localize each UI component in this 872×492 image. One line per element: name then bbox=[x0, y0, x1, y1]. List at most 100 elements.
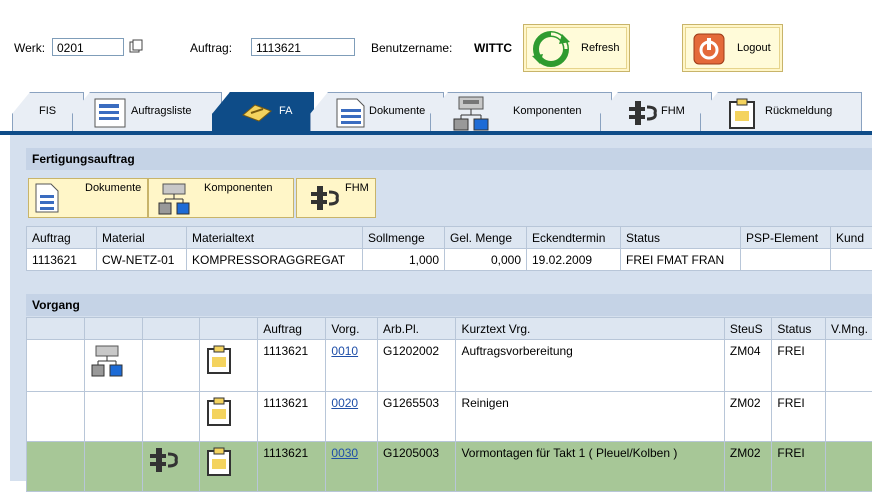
column-header: Material bbox=[97, 227, 187, 249]
column-header: SteuS bbox=[724, 318, 771, 340]
cell-sollmenge: 1,000 bbox=[363, 249, 445, 271]
clipboard-icon[interactable] bbox=[200, 340, 258, 392]
cell-arbpl: G1265503 bbox=[378, 392, 456, 442]
cell-auftrag: 1113621 bbox=[27, 249, 97, 271]
cell-vmng: 1 bbox=[826, 340, 872, 392]
column-header: Kund bbox=[831, 227, 872, 249]
cell-steus: ZM02 bbox=[724, 442, 771, 492]
fhm-icon bbox=[309, 184, 339, 215]
fertigungsauftrag-header: Fertigungsauftrag bbox=[26, 148, 872, 170]
column-header bbox=[200, 318, 258, 340]
table-header-row: Auftrag Vorg. Arb.Pl. Kurztext Vrg. Steu… bbox=[27, 318, 872, 340]
fhm-icon[interactable] bbox=[142, 442, 200, 492]
vorgang-header: Vorgang bbox=[26, 294, 872, 316]
refresh-button[interactable]: Refresh bbox=[523, 24, 630, 72]
cell-auftrag: 1113621 bbox=[258, 442, 326, 492]
cell-materialtext: KOMPRESSORAGGREGAT bbox=[187, 249, 363, 271]
column-header: Eckendtermin bbox=[527, 227, 621, 249]
table-row[interactable]: 1113621 0010 G1202002 Auftragsvorbereitu… bbox=[27, 340, 872, 392]
cell-arbpl: G1202002 bbox=[378, 340, 456, 392]
cell-vmng: 1 bbox=[826, 442, 872, 492]
table-header-row: Auftrag Material Materialtext Sollmenge … bbox=[27, 227, 872, 249]
components-icon bbox=[157, 182, 191, 219]
column-header: Auftrag bbox=[27, 227, 97, 249]
cell-status: FREI bbox=[772, 442, 826, 492]
auftrag-label: Auftrag: bbox=[190, 41, 232, 55]
column-header: Kurztext Vrg. bbox=[456, 318, 724, 340]
benutzer-label: Benutzername: bbox=[371, 41, 452, 55]
table-row-selected[interactable]: 1113621 0030 G1205003 Vormontagen für Ta… bbox=[27, 442, 872, 492]
toolbar-komponenten-button[interactable]: Komponenten bbox=[148, 178, 294, 218]
column-header: Status bbox=[772, 318, 826, 340]
cell-gel-menge: 0,000 bbox=[445, 249, 527, 271]
cell-kunde bbox=[831, 249, 872, 271]
cell-auftrag: 1113621 bbox=[258, 340, 326, 392]
components-icon bbox=[451, 95, 491, 134]
power-icon bbox=[693, 33, 725, 68]
components-icon[interactable] bbox=[84, 340, 142, 392]
column-header: Arb.Pl. bbox=[378, 318, 456, 340]
cell-eckendtermin: 19.02.2009 bbox=[527, 249, 621, 271]
clipboard-icon bbox=[727, 97, 757, 132]
werk-input[interactable]: 0201 bbox=[52, 38, 124, 56]
column-header: PSP-Element bbox=[741, 227, 831, 249]
tab-komponenten[interactable]: Komponenten bbox=[430, 92, 612, 132]
tab-rueckmeldung[interactable]: Rückmeldung bbox=[700, 92, 862, 132]
column-header: Vorg. bbox=[326, 318, 378, 340]
vorgang-table: Auftrag Vorg. Arb.Pl. Kurztext Vrg. Steu… bbox=[26, 317, 872, 492]
tab-strip: FIS Auftragsliste FA Dokumente Komponent… bbox=[0, 92, 872, 132]
column-header bbox=[142, 318, 200, 340]
logout-label: Logout bbox=[737, 42, 771, 54]
document-icon bbox=[333, 97, 367, 132]
cell-vorg[interactable]: 0020 bbox=[326, 392, 378, 442]
cell-kurztext: Vormontagen für Takt 1 ( Pleuel/Kolben ) bbox=[456, 442, 724, 492]
copy-icon[interactable] bbox=[128, 38, 144, 56]
auftrag-input[interactable]: 1113621 bbox=[251, 38, 355, 56]
refresh-label: Refresh bbox=[581, 42, 620, 54]
cell-kurztext: Auftragsvorbereitung bbox=[456, 340, 724, 392]
column-header: Auftrag bbox=[258, 318, 326, 340]
cell-steus: ZM04 bbox=[724, 340, 771, 392]
cell-steus: ZM02 bbox=[724, 392, 771, 442]
document-icon bbox=[33, 182, 61, 217]
document-list-icon bbox=[93, 97, 127, 132]
cell-kurztext: Reinigen bbox=[456, 392, 724, 442]
werk-label: Werk: bbox=[14, 41, 45, 55]
table-row[interactable]: 1113621 CW-NETZ-01 KOMPRESSORAGGREGAT 1,… bbox=[27, 249, 872, 271]
column-header: Status bbox=[621, 227, 741, 249]
column-header bbox=[84, 318, 142, 340]
cell-vmng: 1 bbox=[826, 392, 872, 442]
logout-button[interactable]: Logout bbox=[682, 24, 783, 72]
cell-auftrag: 1113621 bbox=[258, 392, 326, 442]
toolbar-fhm-button[interactable]: FHM bbox=[296, 178, 376, 218]
column-header: Gel. Menge bbox=[445, 227, 527, 249]
cell-material: CW-NETZ-01 bbox=[97, 249, 187, 271]
fertigungsauftrag-table: Auftrag Material Materialtext Sollmenge … bbox=[26, 226, 872, 271]
fertigung-toolbar: Dokumente Komponenten FHM bbox=[26, 170, 872, 226]
cell-psp-element bbox=[741, 249, 831, 271]
tab-fhm[interactable]: FHM bbox=[600, 92, 712, 132]
cell-status: FREI bbox=[772, 340, 826, 392]
tab-dokumente[interactable]: Dokumente bbox=[310, 92, 444, 132]
cell-arbpl: G1205003 bbox=[378, 442, 456, 492]
clipboard-icon[interactable] bbox=[200, 442, 258, 492]
fhm-icon bbox=[627, 99, 659, 130]
tool-icon bbox=[241, 101, 273, 128]
vorgang-link[interactable]: 0010 bbox=[331, 344, 358, 358]
column-header: Materialtext bbox=[187, 227, 363, 249]
cell-vorg[interactable]: 0010 bbox=[326, 340, 378, 392]
vorgang-link[interactable]: 0030 bbox=[331, 446, 358, 460]
cell-status: FREI FMAT FRAN bbox=[621, 249, 741, 271]
column-header bbox=[27, 318, 85, 340]
column-header: V.Mng. bbox=[826, 318, 872, 340]
cell-vorg[interactable]: 0030 bbox=[326, 442, 378, 492]
table-row[interactable]: 1113621 0020 G1265503 Reinigen ZM02 FREI… bbox=[27, 392, 872, 442]
tab-fa[interactable]: FA bbox=[212, 92, 314, 132]
clipboard-icon[interactable] bbox=[200, 392, 258, 442]
benutzer-value: WITTC bbox=[474, 41, 512, 55]
cell-status: FREI bbox=[772, 392, 826, 442]
tab-auftragsliste[interactable]: Auftragsliste bbox=[72, 92, 222, 132]
vorgang-link[interactable]: 0020 bbox=[331, 396, 358, 410]
toolbar-dokumente-button[interactable]: Dokumente bbox=[28, 178, 148, 218]
refresh-icon bbox=[532, 30, 570, 71]
